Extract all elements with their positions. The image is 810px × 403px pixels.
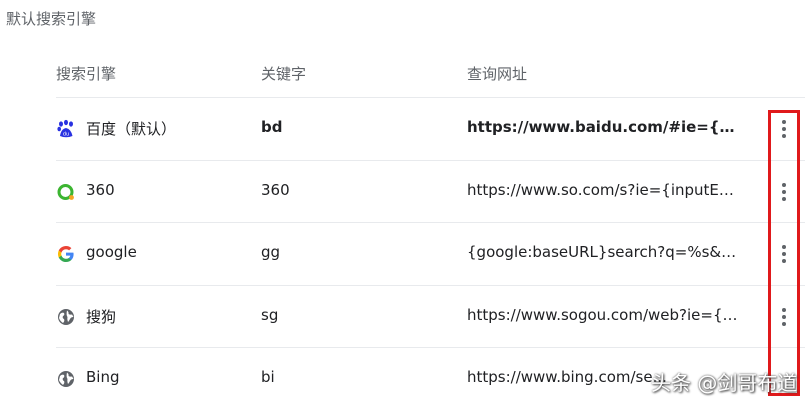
engine-name: google bbox=[86, 243, 137, 261]
engine-url: {google:baseURL}search?q=%s&{go... bbox=[467, 243, 739, 261]
engine-keyword: bi bbox=[261, 368, 275, 386]
360-icon bbox=[56, 182, 76, 202]
baidu-icon: du bbox=[56, 119, 76, 139]
engine-url: https://www.baidu.com/#ie={inputE... bbox=[467, 118, 739, 136]
engine-name: 百度（默认） bbox=[86, 120, 177, 138]
column-header-engine: 搜索引擎 bbox=[56, 65, 117, 83]
engine-row: 搜狗 sg https://www.sogou.com/web?ie={in..… bbox=[56, 285, 805, 348]
engine-url: https://www.sogou.com/web?ie={in... bbox=[467, 306, 739, 324]
svg-text:du: du bbox=[63, 132, 69, 138]
column-header-url: 查询网址 bbox=[467, 65, 528, 83]
globe-icon bbox=[56, 369, 76, 389]
engine-name: 360 bbox=[86, 181, 115, 199]
section-title: 默认搜索引擎 bbox=[6, 10, 97, 28]
column-header-keyword: 关键字 bbox=[261, 65, 307, 83]
engine-name: 搜狗 bbox=[86, 308, 117, 326]
globe-icon bbox=[56, 307, 76, 327]
engine-keyword: bd bbox=[261, 118, 283, 136]
engine-row: 360 360 https://www.so.com/s?ie={inputEn… bbox=[56, 160, 805, 223]
engine-keyword: gg bbox=[261, 243, 281, 261]
engine-url: https://www.so.com/s?ie={inputEnc... bbox=[467, 181, 739, 199]
engine-keyword: 360 bbox=[261, 181, 290, 199]
engine-row: google gg {google:baseURL}search?q=%s&{g… bbox=[56, 222, 805, 285]
engine-row: du 百度（默认） bd https://www.baidu.com/#ie={… bbox=[56, 97, 805, 160]
watermark: 头条 @剑哥布道 bbox=[651, 371, 798, 395]
engine-name: Bing bbox=[86, 368, 120, 386]
highlight-box bbox=[768, 110, 800, 396]
engine-keyword: sg bbox=[261, 306, 279, 324]
search-engines-page: 默认搜索引擎 搜索引擎 关键字 查询网址 du 百度（默认） bd https:… bbox=[0, 0, 810, 403]
google-icon bbox=[56, 244, 76, 264]
